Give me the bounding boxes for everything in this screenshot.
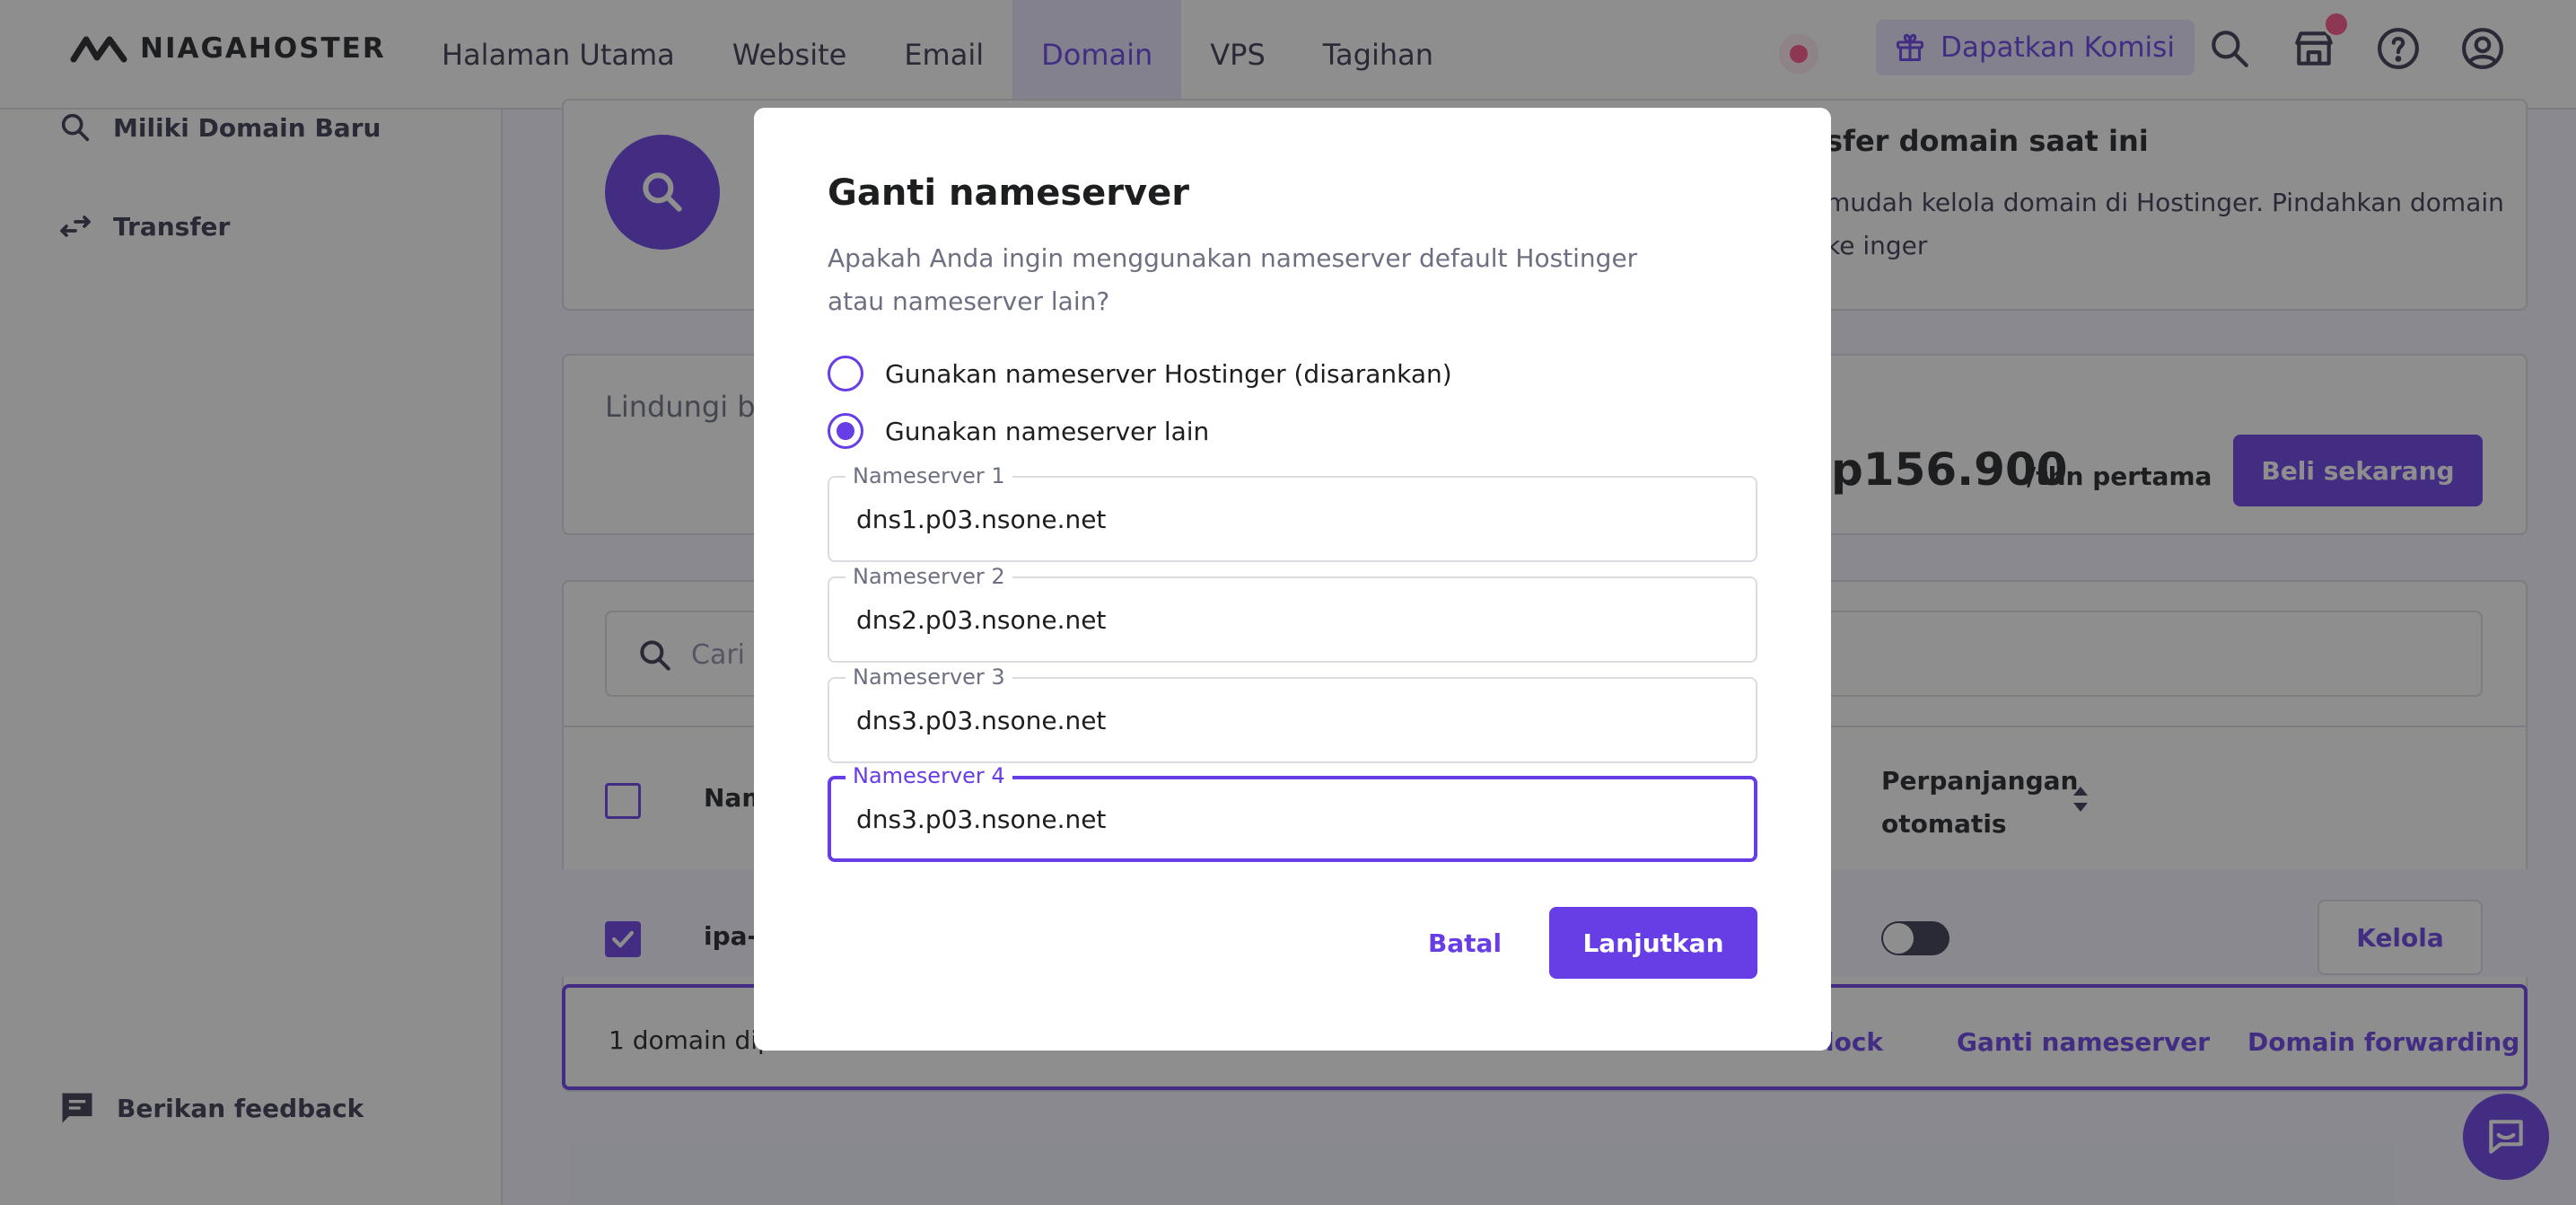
nameserver-4-input[interactable] <box>856 799 1718 839</box>
dialog-description: Apakah Anda ingin menggunakan nameserver… <box>828 243 1638 316</box>
option-label: Gunakan nameserver lain <box>885 416 1210 446</box>
nameserver-1-field[interactable]: Nameserver 1 <box>828 463 1757 562</box>
nameserver-2-input[interactable] <box>856 600 1718 639</box>
radio-button[interactable] <box>828 356 863 391</box>
field-label: Nameserver 3 <box>846 664 1012 690</box>
nameserver-3-field[interactable]: Nameserver 3 <box>828 664 1757 763</box>
nameserver-1-input[interactable] <box>856 499 1718 539</box>
nameserver-3-input[interactable] <box>856 700 1718 740</box>
option-label: Gunakan nameserver Hostinger (disarankan… <box>885 358 1452 389</box>
nameserver-2-field[interactable]: Nameserver 2 <box>828 564 1757 663</box>
dialog-title: Ganti nameserver <box>828 172 1189 214</box>
radio-button-selected[interactable] <box>828 413 863 449</box>
option-hostinger-nameserver[interactable]: Gunakan nameserver Hostinger (disarankan… <box>828 356 1452 391</box>
nameserver-4-field[interactable]: Nameserver 4 <box>828 763 1757 862</box>
field-label: Nameserver 1 <box>846 463 1012 488</box>
field-label: Nameserver 2 <box>846 564 1012 589</box>
continue-button[interactable]: Lanjutkan <box>1549 907 1757 979</box>
change-nameserver-dialog: Ganti nameserver Apakah Anda ingin mengg… <box>754 108 1831 1051</box>
cancel-button[interactable]: Batal <box>1393 907 1537 979</box>
field-label: Nameserver 4 <box>846 763 1012 788</box>
option-custom-nameserver[interactable]: Gunakan nameserver lain <box>828 413 1209 449</box>
